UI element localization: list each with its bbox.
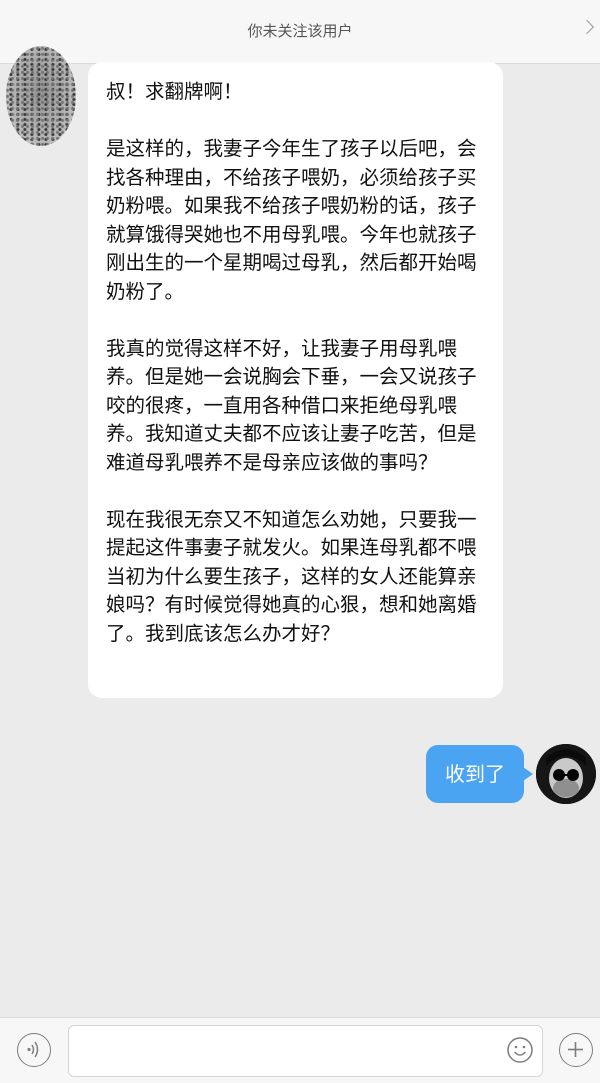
chat-header: 你未关注该用户 — [0, 0, 600, 64]
voice-button[interactable] — [17, 1033, 51, 1067]
outgoing-message-bubble[interactable]: 收到了 — [426, 745, 533, 803]
message-input[interactable] — [68, 1025, 543, 1077]
more-actions-button[interactable] — [559, 1033, 593, 1067]
user-avatar[interactable] — [536, 744, 596, 804]
message-paragraph: 我真的觉得这样不好，让我妻子用母乳喂养。但是她一会说胸会下垂，一会又说孩子咬的很… — [106, 336, 477, 474]
plus-icon — [568, 1042, 583, 1057]
emoji-button[interactable] — [506, 1036, 534, 1064]
emoji-icon — [507, 1037, 533, 1063]
voice-icon — [27, 1041, 39, 1058]
follow-status-title[interactable]: 你未关注该用户 — [0, 20, 600, 41]
incoming-message-bubble[interactable]: 叔！求翻牌啊！ 是这样的，我妻子今年生了孩子以后吧，会找各种理由，不给孩子喂奶，… — [88, 62, 503, 698]
message-paragraph: 是这样的，我妻子今年生了孩子以后吧，会找各种理由，不给孩子喂奶，必须给孩子买奶粉… — [106, 137, 477, 303]
message-paragraph: 叔！求翻牌啊！ — [106, 80, 243, 103]
message-paragraph: 现在我很无奈又不知道怎么劝她，只要我一提起这件事妻子就发火。如果连母乳都不喂当初… — [106, 507, 477, 645]
sender-avatar[interactable] — [6, 46, 76, 146]
composer-bar — [0, 1017, 600, 1083]
